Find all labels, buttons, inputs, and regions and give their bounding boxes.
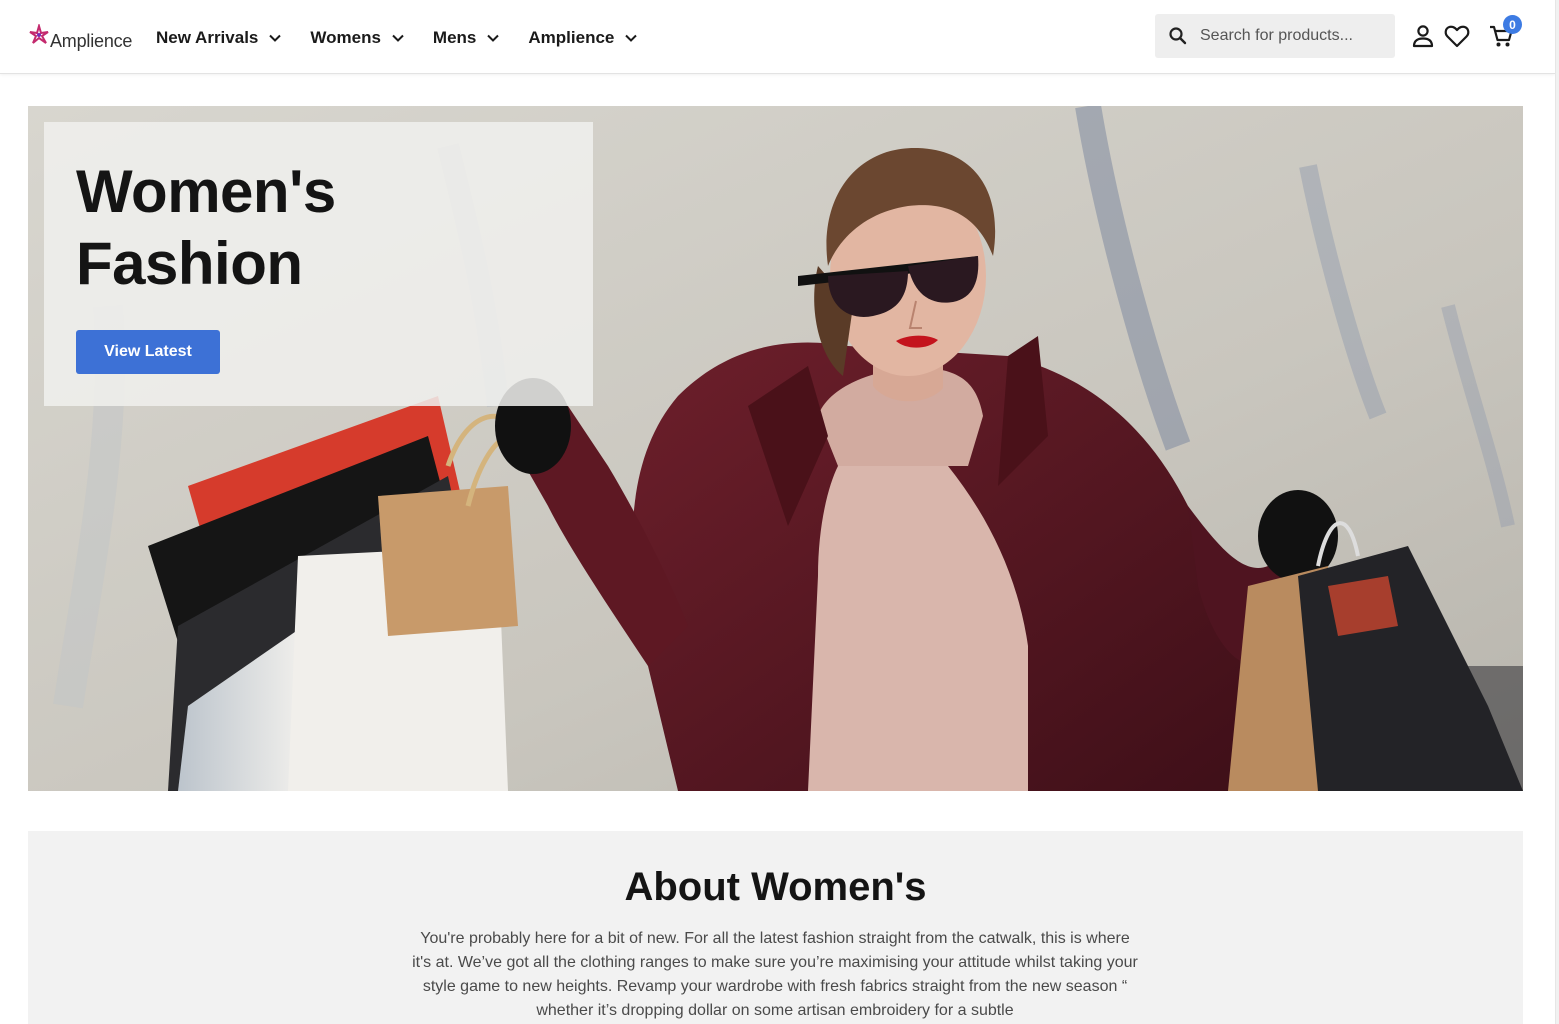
about-title: About Women's	[624, 865, 927, 909]
about-body-text: You're probably here for a bit of new. F…	[412, 930, 1138, 1019]
heart-icon[interactable]	[1443, 22, 1471, 50]
account-icon[interactable]	[1409, 22, 1437, 50]
nav-item-label: New Arrivals	[156, 28, 259, 47]
chevron-down-icon	[487, 34, 500, 42]
cart-count-badge: 0	[1503, 15, 1522, 34]
chevron-down-icon	[392, 34, 404, 42]
brand-logo[interactable]: Amplience	[28, 22, 132, 52]
hero-banner: Women's Fashion View Latest	[28, 106, 1523, 791]
nav-item-new-arrivals[interactable]: New Arrivals	[156, 28, 282, 48]
nav-item-amplience[interactable]: Amplience	[528, 28, 638, 48]
search-box[interactable]	[1155, 14, 1395, 58]
nav-item-label: Mens	[432, 28, 477, 47]
logo-mark-icon	[29, 24, 49, 44]
hero-text-card: Women's Fashion View Latest	[44, 122, 593, 406]
hero-title-line-1: Women's	[76, 158, 336, 225]
view-latest-button[interactable]: View Latest	[76, 330, 220, 374]
logo-text: Amplience	[50, 31, 133, 51]
site-header: Amplience New Arrivals Womens Mens Ampli…	[0, 0, 1555, 74]
chevron-down-icon	[269, 34, 282, 42]
about-section: About Women's You're probably here for a…	[28, 831, 1523, 1024]
hero-title: Women's Fashion	[76, 156, 496, 300]
nav-item-label: Amplience	[528, 28, 615, 47]
nav-item-mens[interactable]: Mens	[433, 28, 500, 48]
nav-item-label: Womens	[310, 28, 381, 47]
hero-title-line-2: Fashion	[76, 230, 303, 297]
nav-item-womens[interactable]: Womens	[310, 28, 405, 48]
page-scrollbar[interactable]	[1555, 0, 1559, 1024]
search-icon[interactable]	[1168, 26, 1188, 46]
search-input[interactable]	[1200, 27, 1390, 45]
main-nav: New Arrivals Womens Mens Amplience	[156, 24, 638, 52]
chevron-down-icon	[625, 34, 638, 42]
